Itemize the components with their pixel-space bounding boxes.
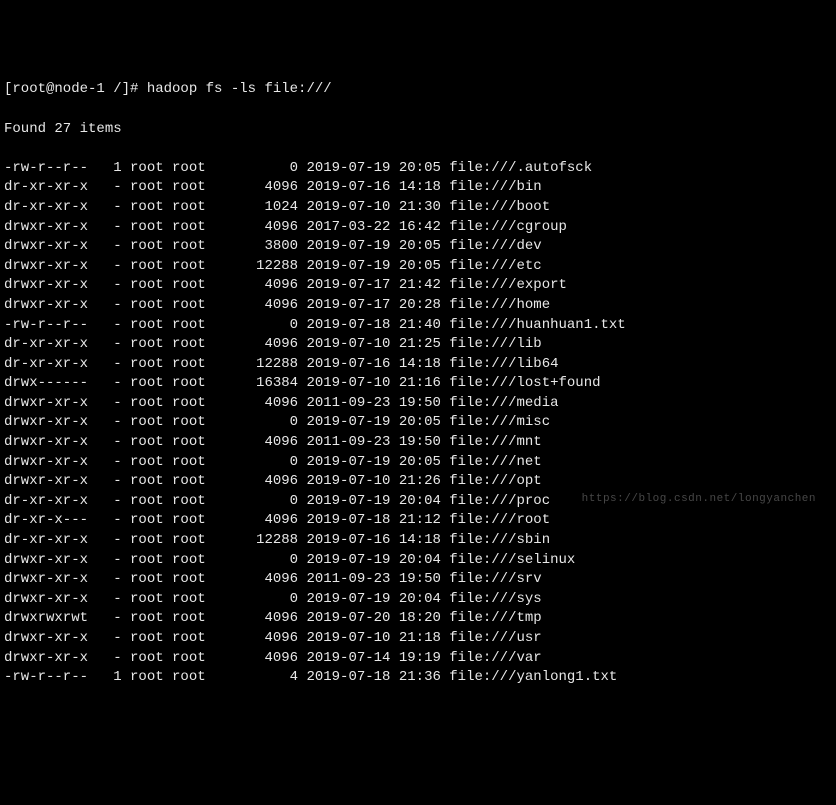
list-item: drwxr-xr-x - root root 0 2019-07-19 20:0… [4, 551, 832, 571]
list-item: dr-xr-x--- - root root 4096 2019-07-18 2… [4, 511, 832, 531]
summary-line: Found 27 items [4, 120, 832, 140]
list-item: drwxr-xr-x - root root 4096 2017-03-22 1… [4, 218, 832, 238]
list-item: dr-xr-xr-x - root root 12288 2019-07-16 … [4, 355, 832, 375]
list-item: dr-xr-xr-x - root root 1024 2019-07-10 2… [4, 198, 832, 218]
list-item: dr-xr-xr-x - root root 4096 2019-07-16 1… [4, 178, 832, 198]
prompt-user-host: [root@node-1 /]# [4, 81, 138, 97]
file-listing: -rw-r--r-- 1 root root 0 2019-07-19 20:0… [4, 159, 832, 688]
list-item: drwxr-xr-x - root root 4096 2019-07-14 1… [4, 649, 832, 669]
terminal-prompt[interactable]: [root@node-1 /]# hadoop fs -ls file:/// [4, 80, 832, 100]
list-item: drwxr-xr-x - root root 0 2019-07-19 20:0… [4, 590, 832, 610]
list-item: dr-xr-xr-x - root root 4096 2019-07-10 2… [4, 335, 832, 355]
prompt-command: hadoop fs -ls file:/// [147, 81, 332, 97]
list-item: dr-xr-xr-x - root root 12288 2019-07-16 … [4, 531, 832, 551]
list-item: drwxr-xr-x - root root 4096 2019-07-10 2… [4, 472, 832, 492]
list-item: drwx------ - root root 16384 2019-07-10 … [4, 374, 832, 394]
list-item: drwxr-xr-x - root root 0 2019-07-19 20:0… [4, 413, 832, 433]
list-item: drwxr-xr-x - root root 4096 2019-07-17 2… [4, 276, 832, 296]
list-item: drwxr-xr-x - root root 12288 2019-07-19 … [4, 257, 832, 277]
list-item: drwxrwxrwt - root root 4096 2019-07-20 1… [4, 609, 832, 629]
list-item: drwxr-xr-x - root root 4096 2011-09-23 1… [4, 394, 832, 414]
list-item: -rw-r--r-- - root root 0 2019-07-18 21:4… [4, 316, 832, 336]
list-item: drwxr-xr-x - root root 0 2019-07-19 20:0… [4, 453, 832, 473]
list-item: -rw-r--r-- 1 root root 4 2019-07-18 21:3… [4, 668, 832, 688]
list-item: -rw-r--r-- 1 root root 0 2019-07-19 20:0… [4, 159, 832, 179]
watermark-text: https://blog.csdn.net/longyanchen [582, 492, 816, 507]
list-item: drwxr-xr-x - root root 4096 2019-07-10 2… [4, 629, 832, 649]
list-item: drwxr-xr-x - root root 4096 2011-09-23 1… [4, 570, 832, 590]
list-item: drwxr-xr-x - root root 4096 2011-09-23 1… [4, 433, 832, 453]
list-item: drwxr-xr-x - root root 4096 2019-07-17 2… [4, 296, 832, 316]
list-item: drwxr-xr-x - root root 3800 2019-07-19 2… [4, 237, 832, 257]
